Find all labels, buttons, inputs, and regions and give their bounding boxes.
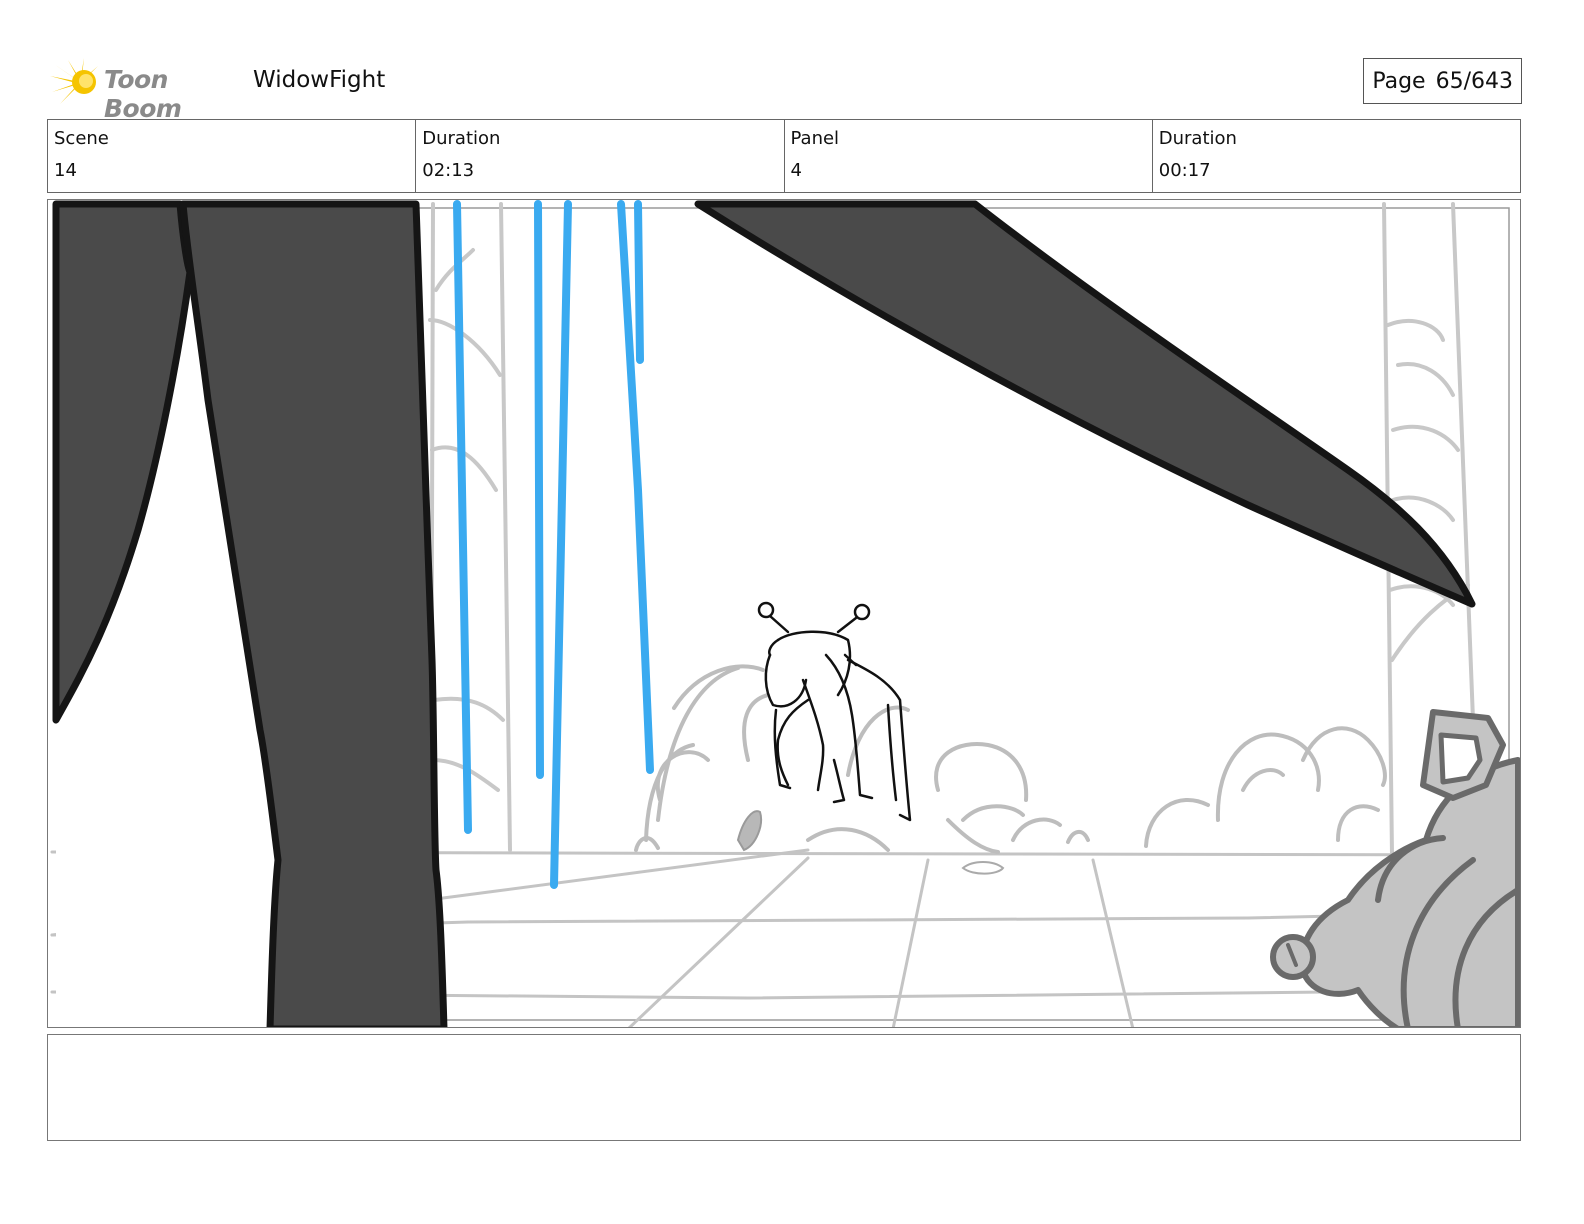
scene-duration-value: 02:13: [422, 160, 475, 181]
toon-boom-logo: Toon Boom: [50, 56, 250, 123]
debris: [961, 861, 1005, 875]
page-number: 65/643: [1435, 68, 1513, 94]
project-title: WidowFight: [253, 67, 386, 93]
page-indicator: Page 65/643: [1363, 58, 1522, 104]
storyboard-drawing: [50, 200, 1520, 1027]
scene-value: 14: [54, 160, 77, 181]
character-sketch: [757, 601, 912, 822]
panel-notes-box[interactable]: [47, 1034, 1521, 1141]
scene-duration-label: Duration: [422, 128, 501, 149]
panel-duration-label: Duration: [1158, 128, 1237, 149]
panel-label: Panel: [790, 128, 840, 149]
starburst-icon: [50, 58, 98, 104]
page-label: Page: [1372, 68, 1426, 94]
page-header: Toon Boom WidowFight Page 65/643: [48, 56, 1522, 123]
storyboard-panel: [47, 199, 1521, 1028]
scene-duration-cell: Duration 02:13: [416, 120, 785, 192]
rock-shadow: [736, 810, 762, 852]
panel-value: 4: [790, 160, 802, 181]
scene-cell: Scene 14: [48, 120, 417, 192]
panel-cell: Panel 4: [785, 120, 1153, 192]
panel-duration-value: 00:17: [1158, 160, 1211, 181]
panel-info-table: Scene 14 Duration 02:13 Panel 4 Duration…: [47, 119, 1521, 193]
logo-text: Toon Boom: [104, 65, 182, 123]
panel-duration-cell: Duration 00:17: [1153, 120, 1520, 192]
spider-leg-top: [694, 200, 1476, 608]
scene-label: Scene: [54, 128, 109, 149]
foreground-character: [1270, 709, 1520, 1027]
